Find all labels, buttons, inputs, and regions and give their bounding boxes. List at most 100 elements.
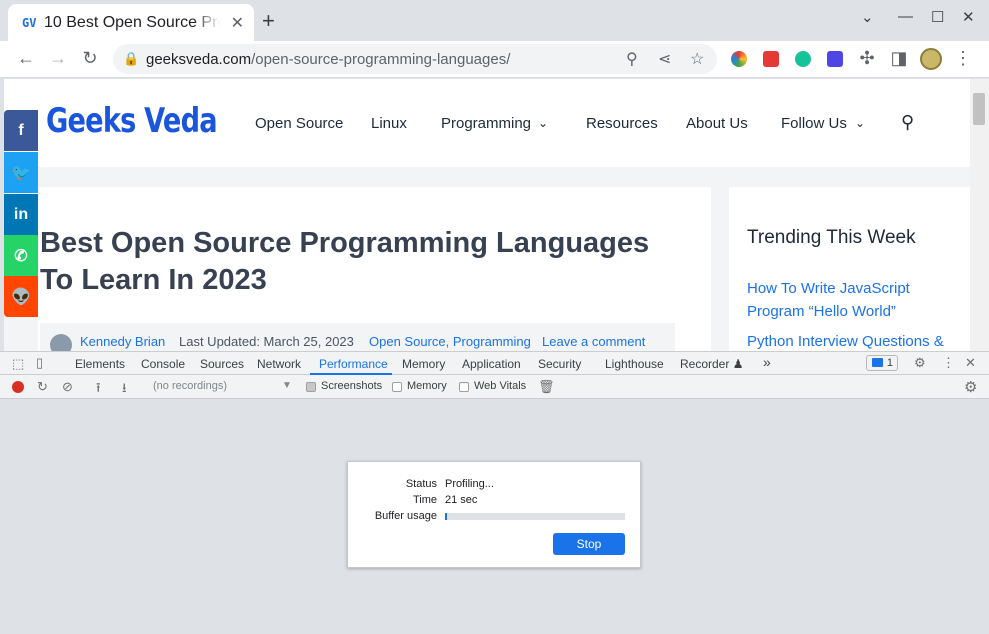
nav-about-us[interactable]: About Us (686, 115, 748, 132)
web-page: Geeks Veda Open Source Linux Programming… (4, 79, 970, 351)
upload-icon[interactable]: ⭱ (96, 379, 101, 401)
lock-icon[interactable]: 🔒 (123, 51, 139, 67)
buffer-usage-label: Buffer usage (374, 510, 437, 522)
whatsapp-share-icon[interactable]: ✆ (4, 235, 38, 276)
profiling-status-dialog: Status Profiling... Time 21 sec Buffer u… (347, 461, 641, 568)
record-icon[interactable] (12, 381, 24, 393)
tab-elements[interactable]: Elements (75, 357, 125, 371)
reload-record-icon[interactable]: ↻ (37, 379, 48, 395)
grammarly-extension-icon[interactable] (795, 51, 811, 67)
close-tab-icon[interactable]: ✕ (231, 13, 244, 33)
site-logo[interactable]: Geeks Veda (46, 101, 218, 141)
capture-settings-gear-icon[interactable]: ⚙ (964, 378, 977, 396)
close-devtools-icon[interactable]: ✕ (965, 355, 976, 371)
linkedin-share-icon[interactable]: in (4, 194, 38, 235)
status-label: Status (405, 478, 437, 490)
time-value: 21 sec (445, 494, 478, 506)
tab-security[interactable]: Security (538, 357, 581, 371)
author-link[interactable]: Kennedy Brian (80, 334, 165, 349)
article-title: Best Open Source Programming Languages T… (40, 227, 650, 296)
article-meta: Kennedy Brian Last Updated: March 25, 20… (40, 323, 675, 351)
tab-application[interactable]: Application (462, 357, 521, 371)
forward-arrow-icon[interactable]: → (47, 48, 69, 69)
scroll-thumb[interactable] (973, 93, 985, 125)
category-links[interactable]: Open Source, Programming (369, 334, 531, 349)
address-bar[interactable]: 🔒 geeksveda.com/open-source-programming-… (113, 44, 717, 74)
bookmark-star-icon[interactable]: ☆ (690, 49, 704, 69)
side-panel-icon[interactable]: ◨ (888, 48, 910, 69)
issues-icon (872, 358, 883, 367)
article-container: Best Open Source Programming Languages T… (38, 187, 711, 351)
tab-recorder[interactable]: Recorder ♟ (680, 357, 743, 371)
tab-memory[interactable]: Memory (402, 357, 445, 371)
settings-gear-icon[interactable]: ⚙ (914, 355, 926, 371)
minimize-icon[interactable]: — (898, 8, 913, 25)
share-icon[interactable]: ⋖ (658, 49, 671, 69)
device-toolbar-icon[interactable]: ▯ (36, 355, 43, 371)
time-label: Time (412, 494, 437, 506)
search-icon[interactable]: ⚲ (901, 112, 914, 133)
menu-kebab-icon[interactable]: ⋮ (952, 48, 974, 69)
zoom-icon[interactable]: ⚲ (626, 49, 638, 69)
tab-lighthouse[interactable]: Lighthouse (605, 357, 664, 371)
reload-icon[interactable]: ↻ (79, 48, 101, 69)
comment-link[interactable]: Leave a comment (542, 334, 645, 349)
canva-extension-icon[interactable] (827, 51, 843, 67)
sidebar-link[interactable]: Python Interview Questions & (747, 330, 957, 351)
site-header: Geeks Veda Open Source Linux Programming… (4, 79, 970, 167)
browser-tab[interactable]: GV 10 Best Open Source Programming Langu… (8, 4, 254, 41)
stop-button[interactable]: Stop (553, 533, 625, 555)
maximize-icon[interactable]: ☐ (931, 8, 944, 26)
memory-label: Memory (407, 380, 447, 392)
web-vitals-checkbox[interactable] (459, 382, 469, 392)
devtools-tab-bar: ⬚ ▯ Elements Console Sources Network Per… (0, 351, 989, 375)
nav-linux[interactable]: Linux (371, 115, 407, 132)
dropdown-arrow-icon[interactable]: ▼ (282, 380, 292, 391)
more-tabs-chevron-icon[interactable]: » (763, 354, 771, 370)
facebook-share-icon[interactable]: f (4, 110, 38, 151)
inspect-element-icon[interactable]: ⬚ (12, 356, 24, 372)
back-arrow-icon[interactable]: ← (15, 48, 37, 69)
nav-resources[interactable]: Resources (586, 115, 658, 132)
close-window-icon[interactable]: ✕ (962, 8, 975, 26)
twitter-share-icon[interactable]: 🐦 (4, 152, 38, 193)
page-scrollbar[interactable] (970, 79, 989, 351)
sidebar-link[interactable]: How To Write JavaScript Program “Hello W… (747, 277, 957, 323)
color-picker-extension-icon[interactable] (731, 51, 747, 67)
download-icon[interactable]: ⭳ (122, 379, 127, 401)
status-value: Profiling... (445, 478, 494, 490)
screenshots-checkbox[interactable] (306, 382, 316, 392)
profile-avatar[interactable] (920, 48, 942, 70)
performance-panel: Status Profiling... Time 21 sec Buffer u… (0, 400, 989, 634)
nav-open-source[interactable]: Open Source (255, 115, 343, 132)
tab-network[interactable]: Network (257, 357, 301, 371)
clear-icon[interactable]: ⊘ (62, 379, 73, 395)
url-text[interactable]: geeksveda.com/open-source-programming-la… (146, 51, 510, 68)
flipboard-extension-icon[interactable] (763, 51, 779, 67)
chevron-down-icon[interactable]: ⌄ (855, 116, 865, 130)
tab-title: 10 Best Open Source Programming Language… (44, 13, 220, 31)
nav-follow-us[interactable]: Follow Us (781, 115, 847, 132)
tab-sources[interactable]: Sources (200, 357, 244, 371)
nav-programming[interactable]: Programming (441, 115, 531, 132)
memory-checkbox[interactable] (392, 382, 402, 392)
recordings-select[interactable]: (no recordings) (153, 380, 227, 392)
trash-icon[interactable]: 🗑 (538, 379, 555, 395)
sidebar: Trending This Week How To Write JavaScri… (729, 187, 970, 351)
tab-console[interactable]: Console (141, 357, 185, 371)
tab-performance[interactable]: Performance (319, 357, 388, 371)
devtools-menu-icon[interactable]: ⋮ (942, 355, 955, 371)
screenshots-label: Screenshots (321, 380, 383, 392)
new-tab-icon[interactable]: + (262, 8, 275, 34)
extensions-puzzle-icon[interactable]: ✣ (856, 48, 878, 69)
buffer-usage-bar (445, 513, 625, 520)
chevron-down-icon[interactable]: ⌄ (538, 116, 548, 130)
buffer-usage-fill (445, 513, 447, 520)
tab-search-chevron-icon[interactable]: ⌄ (861, 8, 874, 26)
performance-toolbar: ↻ ⊘ ⭱ ⭳ (no recordings) ▼ Screenshots Me… (0, 375, 989, 399)
reddit-share-icon[interactable]: 👽 (4, 276, 38, 317)
issues-badge[interactable]: 1 (866, 355, 898, 371)
last-updated: Last Updated: March 25, 2023 (179, 334, 354, 349)
site-favicon: GV (22, 15, 37, 30)
sidebar-title: Trending This Week (747, 227, 916, 248)
